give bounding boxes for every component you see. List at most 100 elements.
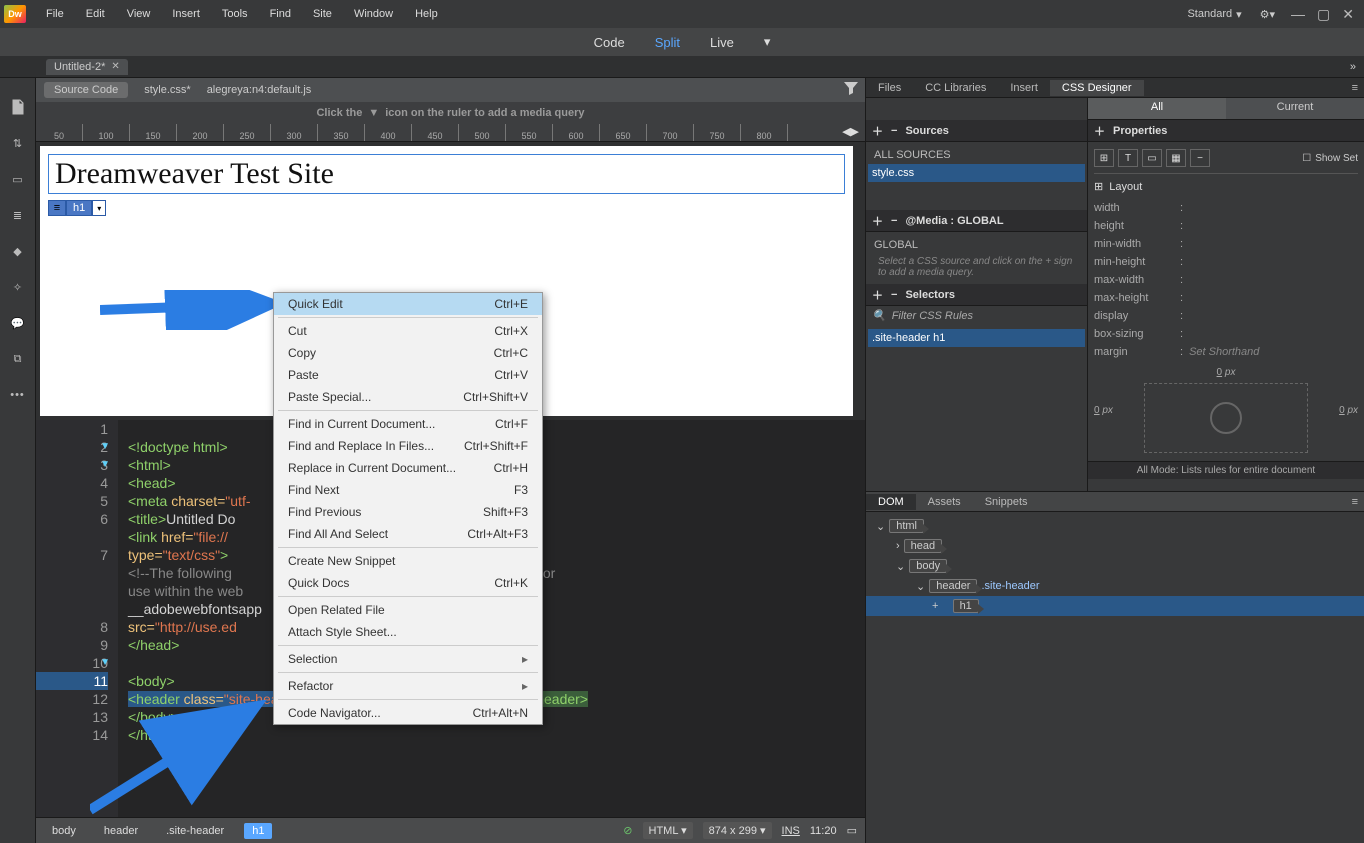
text-icon[interactable]: T [1118,149,1138,167]
wand-icon[interactable]: ✧ [9,278,27,296]
context-menu-item[interactable]: Open Related File [274,599,542,621]
context-menu-item[interactable]: Create New Snippet [274,550,542,572]
breadcrumb-h1[interactable]: h1 [244,823,272,839]
close-button[interactable]: ✕ [1342,6,1354,23]
breadcrumb-site-header[interactable]: .site-header [158,823,232,839]
remove-icon[interactable]: − [891,215,897,227]
add-icon[interactable]: ＋ [872,213,883,229]
prop-max-width[interactable]: max-width: [1094,271,1358,289]
show-set-checkbox[interactable]: ☐ Show Set [1302,153,1358,164]
dom-body[interactable]: body [909,559,947,573]
status-lang[interactable]: HTML ▾ [643,822,693,839]
context-menu-item[interactable]: Paste Special...Ctrl+Shift+V [274,386,542,408]
collapse-icon[interactable]: ⧉ [9,350,27,368]
tab-assets[interactable]: Assets [916,494,973,510]
live-view-icon[interactable]: ▭ [9,170,27,188]
git-icon[interactable]: ⇅ [9,134,27,152]
context-menu-item[interactable]: Find All And SelectCtrl+Alt+F3 [274,523,542,545]
source-style-css[interactable]: style.css [868,164,1085,182]
workspace-switcher[interactable]: Standard ▾ [1179,6,1249,23]
remove-icon[interactable]: − [891,125,897,137]
context-menu-item[interactable]: Attach Style Sheet... [274,621,542,643]
selector-row[interactable]: .site-header h1 [868,329,1085,347]
context-menu-item[interactable]: Find NextF3 [274,479,542,501]
menu-site[interactable]: Site [303,4,342,24]
chevron-down-icon[interactable]: ▾ [92,200,106,216]
context-menu-item[interactable]: CutCtrl+X [274,320,542,342]
file-icon[interactable] [9,98,27,116]
menu-file[interactable]: File [36,4,74,24]
element-display-badge[interactable]: ≡ h1 ▾ [48,200,106,216]
dom-h1-row[interactable]: + h1 [866,596,1364,616]
prop-min-width[interactable]: min-width: [1094,235,1358,253]
dom-header[interactable]: header [929,579,977,593]
expand-icon[interactable]: › [896,540,900,552]
sync-settings-icon[interactable]: ⚙▾ [1260,8,1275,21]
prop-width[interactable]: width: [1094,199,1358,217]
more-icon[interactable]: ••• [9,386,27,404]
tag-badge[interactable]: h1 [66,200,92,216]
panel-menu-icon[interactable]: ≡ [1346,496,1364,508]
border-icon[interactable]: ▭ [1142,149,1162,167]
subtab-all[interactable]: All [1088,98,1226,119]
related-css[interactable]: style.css* [144,84,190,96]
context-menu-item[interactable]: Find PreviousShift+F3 [274,501,542,523]
dom-html[interactable]: html [889,519,924,533]
prop-box-sizing[interactable]: box-sizing: [1094,325,1358,343]
context-menu-item[interactable]: Replace in Current Document...Ctrl+H [274,457,542,479]
add-icon[interactable]: ＋ [872,287,883,303]
device-preview-icon[interactable]: ▭ [847,824,857,837]
add-icon[interactable]: + [932,600,938,612]
tab-files[interactable]: Files [866,80,913,96]
menu-tools[interactable]: Tools [212,4,258,24]
selected-element-outline[interactable]: Dreamweaver Test Site [48,154,845,194]
collapse-icon[interactable]: ⌄ [896,560,905,573]
inspect-icon[interactable]: ◆ [9,242,27,260]
context-menu-item[interactable]: Refactor [274,675,542,697]
context-menu-item[interactable]: Selection [274,648,542,670]
document-tab[interactable]: Untitled-2* ✕ [46,59,128,75]
filter-icon[interactable] [843,80,859,99]
panel-collapse-icon[interactable]: » [1350,61,1364,73]
view-live[interactable]: Live [704,31,740,54]
context-menu-item[interactable]: PasteCtrl+V [274,364,542,386]
filter-css-rules[interactable]: 🔍 Filter CSS Rules [866,306,1087,325]
dom-tree[interactable]: ⌄html ›head ⌄body ⌄header .site-header +… [866,512,1364,620]
ruler[interactable]: 50 100 150 200 250 300 350 400 450 500 5… [36,124,865,142]
context-menu-item[interactable]: CopyCtrl+C [274,342,542,364]
menu-edit[interactable]: Edit [76,4,115,24]
remove-icon[interactable]: − [891,289,897,301]
menu-insert[interactable]: Insert [162,4,210,24]
ruler-handle-icon[interactable]: ◀▶ [842,125,859,138]
margin-box-model[interactable]: 0 px 0 px 0 px [1094,367,1358,457]
context-menu-item[interactable]: Quick EditCtrl+E [274,293,542,315]
status-ins[interactable]: INS [782,825,800,837]
panel-menu-icon[interactable]: ≡ [1346,82,1364,94]
menu-view[interactable]: View [117,4,161,24]
dom-head[interactable]: head [904,539,942,553]
status-ok-icon[interactable]: ⊘ [623,824,632,837]
menu-help[interactable]: Help [405,4,448,24]
tab-cc-libraries[interactable]: CC Libraries [913,80,998,96]
menu-find[interactable]: Find [260,4,301,24]
close-tab-icon[interactable]: ✕ [111,61,119,72]
more-icon[interactable]: − [1190,149,1210,167]
page-heading[interactable]: Dreamweaver Test Site [55,157,838,191]
related-js[interactable]: alegreya:n4:default.js [207,84,312,96]
prop-min-height[interactable]: min-height: [1094,253,1358,271]
add-icon[interactable]: ＋ [1094,123,1105,139]
breadcrumb-header[interactable]: header [96,823,146,839]
breadcrumb-body[interactable]: body [44,823,84,839]
collapse-icon[interactable]: ⌄ [876,520,885,533]
context-menu-item[interactable]: Find in Current Document...Ctrl+F [274,413,542,435]
collapse-icon[interactable]: ⌄ [916,580,925,593]
tab-dom[interactable]: DOM [866,494,916,510]
hamburger-icon[interactable]: ≡ [48,200,66,216]
maximize-button[interactable]: ▢ [1317,6,1330,23]
layout-icon[interactable]: ⊞ [1094,149,1114,167]
context-menu-item[interactable]: Find and Replace In Files...Ctrl+Shift+F [274,435,542,457]
source-code-pill[interactable]: Source Code [44,82,128,98]
comment-icon[interactable]: 💬 [9,314,27,332]
media-global[interactable]: GLOBAL [872,236,1081,254]
prop-display[interactable]: display: [1094,307,1358,325]
